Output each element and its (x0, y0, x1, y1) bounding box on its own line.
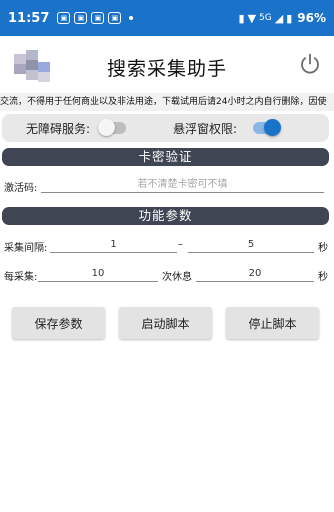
interval-row: 采集间隔: – 秒 (0, 235, 334, 257)
rest-seconds-input[interactable] (196, 266, 314, 282)
interval-min-input[interactable] (50, 237, 177, 253)
more-notifications-icon (129, 16, 134, 20)
disclaimer-marquee: 交流，不得用于任何商业以及非法用途，下载试用后请24小时之内自行删除，因使 (0, 93, 334, 111)
vibrate-icon: ▮ (238, 11, 245, 25)
network-type-label: 5G (259, 13, 272, 23)
interval-separator: – (178, 239, 183, 250)
activation-label: 激活码: (4, 183, 38, 194)
accessibility-label: 无障碍服务: (26, 121, 91, 136)
stop-script-button[interactable]: 停止脚本 (226, 307, 319, 339)
app-notification-icon: ▣ (91, 12, 105, 24)
save-params-button[interactable]: 保存参数 (12, 307, 105, 339)
activation-code-input[interactable] (41, 177, 324, 193)
rest-row: 每采集: 次休息 秒 (0, 264, 334, 286)
card-section-header: 卡密验证 (2, 148, 329, 166)
overlay-label: 悬浮窗权限: (173, 121, 238, 136)
signal-icon: ◢ (274, 11, 284, 25)
params-section-header: 功能参数 (2, 207, 329, 225)
rest-unit: 秒 (318, 272, 328, 283)
wifi-icon: ▼ (247, 11, 257, 25)
interval-unit: 秒 (318, 243, 328, 254)
battery-icon: ▮ (286, 11, 293, 25)
app-notification-icon: ▣ (108, 12, 122, 24)
start-script-button[interactable]: 启动脚本 (119, 307, 212, 339)
app-notification-icon: ▣ (57, 12, 71, 24)
per-collect-label: 每采集: (4, 272, 38, 283)
permissions-row: 无障碍服务: 悬浮窗权限: (2, 114, 329, 142)
toggle-knob (264, 119, 281, 136)
toggle-knob (98, 119, 115, 136)
per-collect-input[interactable] (38, 266, 158, 282)
activation-row: 激活码: (0, 175, 334, 197)
status-bar: 11:57 ▣ ▣ ▣ ▣ ▮ ▼ 5G ◢ ▮ 96% (0, 0, 334, 36)
app-header: 搜索采集助手 (0, 36, 334, 94)
power-icon[interactable] (298, 52, 322, 76)
status-right-group: ▮ ▼ 5G ◢ ▮ 96% (239, 11, 327, 25)
interval-max-input[interactable] (188, 237, 314, 253)
overlay-toggle[interactable] (253, 119, 281, 136)
rest-label: 次休息 (162, 272, 192, 283)
status-time: 11:57 (8, 10, 50, 26)
accessibility-toggle[interactable] (98, 119, 126, 136)
page-title: 搜索采集助手 (106, 58, 227, 80)
battery-level: 96% (297, 11, 326, 25)
app-notification-icon: ▣ (74, 12, 88, 24)
interval-label: 采集间隔: (4, 243, 48, 254)
